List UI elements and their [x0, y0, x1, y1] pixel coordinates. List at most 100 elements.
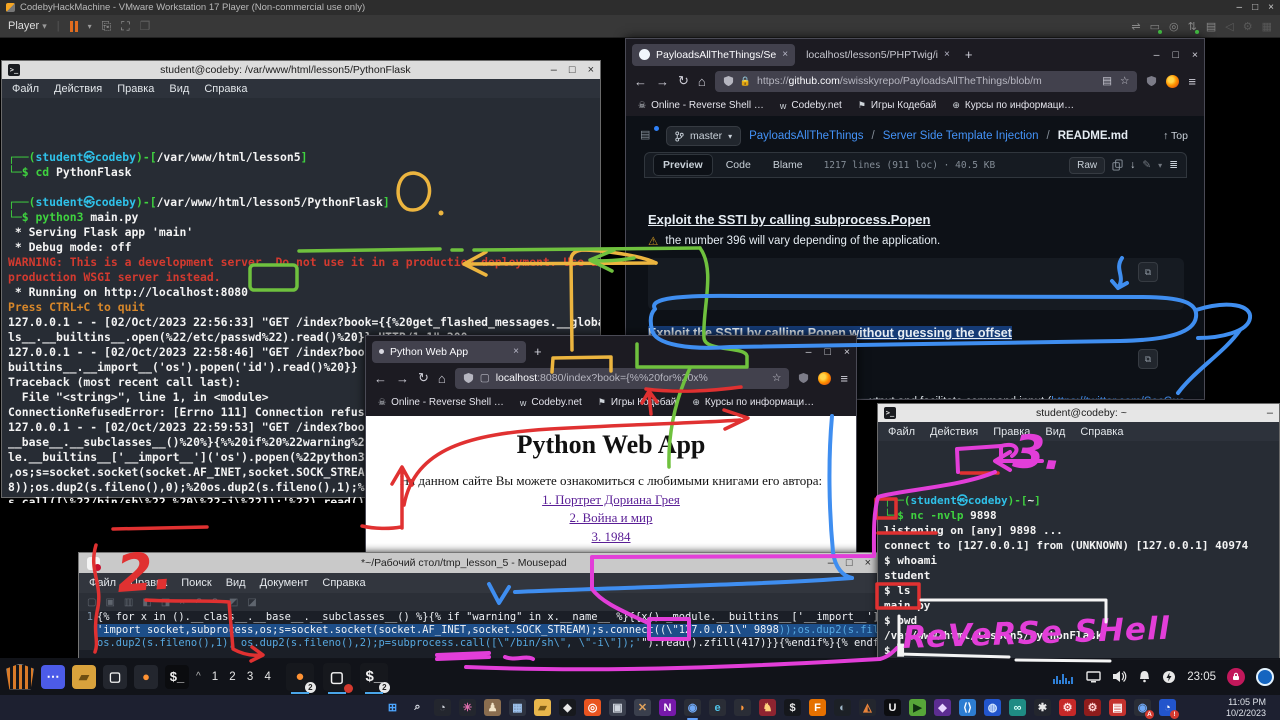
taskbar-app-icon[interactable]: ◔: [434, 699, 451, 716]
bookmark-item[interactable]: ⊕Курсы по информаци…: [692, 397, 814, 408]
forward-button[interactable]: →: [656, 74, 669, 89]
mousepad-titlebar[interactable]: *~/Рабочий стол/tmp_lesson_5 - Mousepad …: [79, 553, 879, 573]
menu-item[interactable]: Правка: [130, 577, 167, 589]
vmware-maximize-button[interactable]: □: [1252, 2, 1258, 13]
taskbar-app-icon[interactable]: ✳: [459, 699, 476, 716]
window-minimize-button[interactable]: –: [1154, 49, 1160, 61]
taskbar-app-icon[interactable]: ◆: [934, 699, 951, 716]
reader-mode-icon[interactable]: ▤: [1102, 75, 1112, 87]
vm-cd-icon[interactable]: ◎: [1169, 20, 1179, 33]
breadcrumb-repo[interactable]: PayloadsAllTheThings: [749, 130, 863, 142]
menu-item[interactable]: Справка: [322, 577, 365, 589]
taskbar-app-icon[interactable]: ✱: [1034, 699, 1051, 716]
book-link[interactable]: 3. 1984: [366, 529, 856, 545]
reload-button[interactable]: ↻: [678, 73, 689, 89]
back-to-top-link[interactable]: ↑ Top: [1163, 130, 1188, 142]
toolbar-icon[interactable]: ◧: [142, 597, 151, 608]
tab-preview[interactable]: Preview: [653, 154, 713, 176]
taskbar-app-icon[interactable]: U: [884, 699, 901, 716]
launcher-icon[interactable]: ⋯: [41, 665, 65, 689]
launcher-icon[interactable]: $_: [165, 665, 189, 689]
vm-fullscreen-icon[interactable]: ⛶: [121, 19, 129, 34]
taskbar-app-icon[interactable]: N: [659, 699, 676, 716]
window-maximize-button[interactable]: □: [846, 557, 853, 569]
vm-display-icon[interactable]: ▭: [1150, 20, 1160, 33]
notification-bell-icon[interactable]: [1138, 670, 1151, 683]
kali-clock[interactable]: 23:05: [1187, 671, 1216, 683]
vm-pause-caret[interactable]: ▾: [88, 22, 92, 31]
taskbar-app-icon[interactable]: ⚙: [1084, 699, 1101, 716]
window-maximize-button[interactable]: □: [825, 346, 831, 358]
menu-item[interactable]: Правка: [993, 426, 1030, 438]
vm-usb-icon[interactable]: ⇌: [1131, 20, 1140, 33]
tab-blame[interactable]: Blame: [764, 155, 812, 175]
taskbar-app-icon[interactable]: ♟: [484, 699, 501, 716]
windows-clock[interactable]: 11:05 PM 10/2/2023: [1226, 697, 1266, 718]
tab-python-web-app[interactable]: Python Web App×: [372, 341, 526, 363]
copy-code-icon[interactable]: ⧉: [1138, 262, 1158, 282]
taskbar-app-icon[interactable]: ▦: [509, 699, 526, 716]
toolbar-icon[interactable]: ◨: [161, 597, 170, 608]
window-minimize-button[interactable]: –: [1267, 407, 1273, 419]
firefox-account-icon[interactable]: [818, 372, 831, 385]
bookmark-item[interactable]: ⚑Игры Кодебай: [598, 397, 677, 408]
toolbar-icon[interactable]: ◪: [247, 597, 256, 608]
vm-pause-button[interactable]: [70, 21, 78, 32]
display-icon[interactable]: [1086, 671, 1101, 683]
toolbar-icon[interactable]: ↶: [194, 597, 202, 608]
session-icon[interactable]: [1256, 668, 1274, 686]
panel-expander-icon[interactable]: ^: [196, 671, 201, 682]
taskbar-app-icon[interactable]: ◭: [859, 699, 876, 716]
player-menu[interactable]: Player ▾: [8, 20, 47, 32]
taskbar-app-icon[interactable]: ⊞: [384, 699, 401, 716]
tab-close-icon[interactable]: ×: [782, 49, 788, 60]
heading-subprocess-popen[interactable]: Exploit the SSTI by calling subprocess.P…: [648, 212, 930, 227]
screenlock-icon[interactable]: [1227, 668, 1245, 686]
menu-item[interactable]: Правка: [117, 83, 154, 95]
menu-item[interactable]: Документ: [260, 577, 309, 589]
menu-item[interactable]: Файл: [888, 426, 915, 438]
taskbar-app-icon[interactable]: F: [809, 699, 826, 716]
tab-code[interactable]: Code: [717, 155, 760, 175]
extension-shield-icon[interactable]: [1146, 75, 1157, 87]
bookmark-item[interactable]: wCodeby.net: [780, 100, 842, 111]
taskbar-app-icon[interactable]: ▶: [909, 699, 926, 716]
taskbar-app-icon[interactable]: ◉A: [1134, 699, 1151, 716]
bookmark-item[interactable]: ☠Online - Reverse Shell …: [638, 100, 764, 111]
cpu-graph-icon[interactable]: [1053, 670, 1075, 684]
vm-ctrl-alt-del-icon[interactable]: ⎘: [102, 19, 112, 34]
window-minimize-button[interactable]: –: [806, 346, 812, 358]
taskbar-app-icon[interactable]: ◍: [984, 699, 1001, 716]
taskbar-app-icon[interactable]: ▤: [1109, 699, 1126, 716]
back-button[interactable]: ←: [634, 74, 647, 89]
window-close-button[interactable]: ×: [1192, 49, 1198, 61]
launcher-icon[interactable]: ▢: [103, 665, 127, 689]
taskbar-app-icon[interactable]: e: [709, 699, 726, 716]
taskbar-app-icon[interactable]: ⌕: [409, 699, 426, 716]
raw-button[interactable]: Raw: [1069, 157, 1105, 174]
window-minimize-button[interactable]: –: [828, 557, 834, 569]
twitter-link[interactable]: https://twitter.com/SecGus: [1051, 396, 1185, 399]
launcher-icon[interactable]: ●: [134, 665, 158, 689]
taskbar-app-icon[interactable]: ⚙: [1059, 699, 1076, 716]
menu-item[interactable]: Файл: [12, 83, 39, 95]
shell-terminal-output[interactable]: ┌──(student㉿codeby)-[~]└─$ nc -nvlp 9898…: [878, 441, 1279, 662]
toolbar-icon[interactable]: ▥: [124, 597, 133, 608]
new-tab-button[interactable]: +: [534, 344, 542, 359]
reload-button[interactable]: ↻: [418, 370, 429, 386]
bookmark-item[interactable]: wCodeby.net: [520, 397, 582, 408]
launcher-icon[interactable]: ▰: [72, 665, 96, 689]
menu-item[interactable]: Вид: [226, 577, 246, 589]
home-button[interactable]: ⌂: [438, 371, 446, 386]
taskbar-app-icon[interactable]: ◆: [559, 699, 576, 716]
window-close-button[interactable]: ×: [865, 557, 871, 569]
toolbar-icon[interactable]: ×: [179, 597, 185, 608]
taskbar-app-icon[interactable]: ◔!: [1159, 699, 1176, 716]
bookmark-item[interactable]: ☠Online - Reverse Shell …: [378, 397, 504, 408]
bookmark-star-icon[interactable]: ☆: [772, 372, 781, 384]
download-icon[interactable]: ↓: [1130, 159, 1135, 171]
window-button[interactable]: $_ 2: [360, 663, 388, 691]
shell-terminal-titlebar[interactable]: >_ student@codeby: ~ –: [878, 404, 1279, 422]
menu-item[interactable]: Файл: [89, 577, 116, 589]
volume-icon[interactable]: [1112, 670, 1127, 683]
